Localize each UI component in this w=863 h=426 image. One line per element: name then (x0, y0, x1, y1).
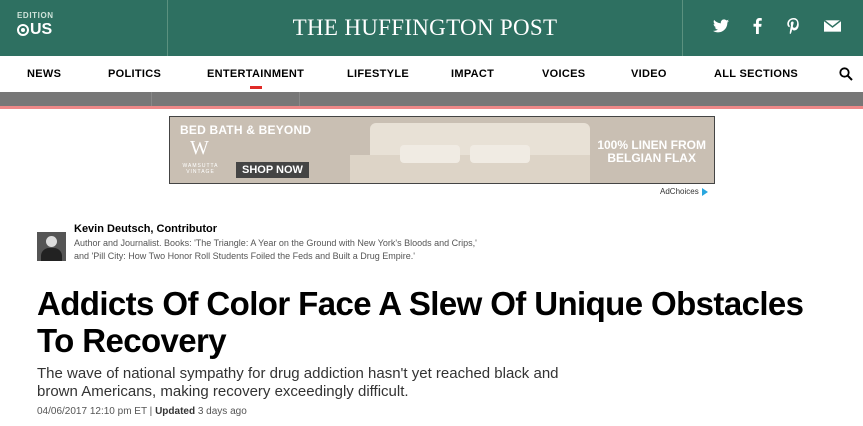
author-name[interactable]: Kevin Deutsch, Contributor (74, 223, 217, 235)
pinterest-icon[interactable] (786, 17, 800, 39)
edition-value: US (30, 21, 53, 38)
ad-copy: 100% LINEN FROM BELGIAN FLAX (597, 138, 706, 165)
nav-lifestyle[interactable]: LIFESTYLE (347, 68, 409, 80)
author-bio: Author and Journalist. Books: 'The Trian… (74, 238, 477, 261)
updated-label: Updated (155, 406, 196, 417)
ad-banner[interactable]: BED BATH & BEYOND W WAMSUTTA VINTAGE SHO… (169, 116, 715, 184)
site-logo[interactable]: THE HUFFINGTON POST (168, 0, 683, 56)
top-bar: EDITION US THE HUFFINGTON POST (0, 0, 863, 56)
nav-politics[interactable]: POLITICS (108, 68, 161, 80)
social-links (683, 0, 863, 56)
globe-icon (17, 24, 29, 36)
facebook-icon[interactable] (753, 17, 763, 39)
edition-selector[interactable]: EDITION US (0, 0, 168, 56)
ad-sub-brand-caption: WAMSUTTA VINTAGE (182, 163, 219, 175)
ad-brand: BED BATH & BEYOND (180, 123, 312, 137)
twitter-icon[interactable] (713, 18, 730, 38)
ad-sub-brand-logo: W (190, 137, 209, 159)
nav-entertainment[interactable]: ENTERTAINMENT (207, 68, 304, 89)
article-timestamp: 04/06/2017 12:10 pm ET | Updated 3 days … (37, 406, 247, 417)
main-nav: NEWS POLITICS ENTERTAINMENT LIFESTYLE IM… (0, 56, 863, 92)
article-headline: Addicts Of Color Face A Slew Of Unique O… (37, 285, 804, 359)
secondary-nav-bar (0, 92, 863, 106)
avatar[interactable] (37, 232, 66, 261)
nav-voices[interactable]: VOICES (542, 68, 585, 80)
nav-all-sections[interactable]: ALL SECTIONS (714, 68, 798, 80)
email-icon[interactable] (823, 19, 842, 37)
nav-news[interactable]: NEWS (27, 68, 61, 80)
nav-video[interactable]: VIDEO (631, 68, 667, 80)
adchoices-link[interactable]: AdChoices (660, 187, 708, 196)
edition-label: EDITION (17, 11, 54, 20)
article-dek: The wave of national sympathy for drug a… (37, 365, 559, 400)
adchoices-icon (701, 187, 708, 196)
search-icon[interactable] (839, 67, 853, 81)
published-date: 04/06/2017 12:10 pm ET (37, 406, 147, 417)
updated-value: 3 days ago (195, 406, 247, 417)
ad-shop-now-button[interactable]: SHOP NOW (236, 162, 309, 178)
divider (0, 106, 863, 109)
nav-impact[interactable]: IMPACT (451, 68, 494, 80)
